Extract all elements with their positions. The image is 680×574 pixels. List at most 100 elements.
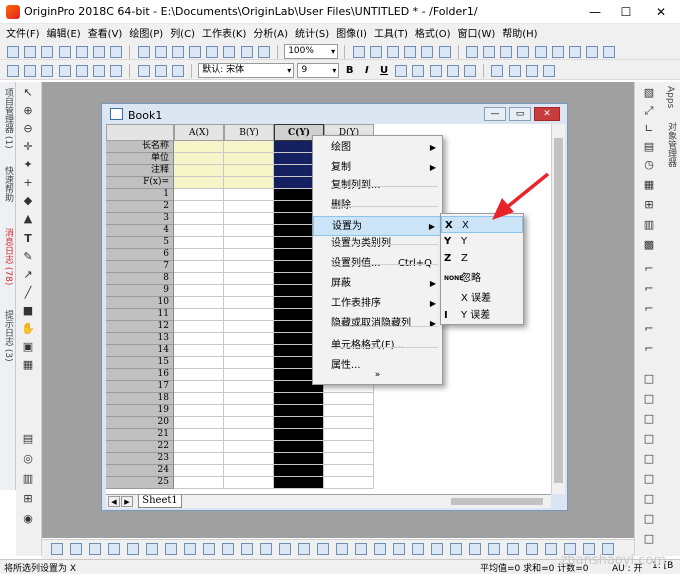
new-matrix-icon[interactable] [58, 45, 71, 58]
plot-type-icon[interactable] [241, 543, 253, 555]
region-tool-icon[interactable]: ▣ [20, 340, 36, 354]
label-cell[interactable] [174, 165, 224, 177]
row-header[interactable]: 18 [106, 393, 174, 405]
minimize-button[interactable]: — [578, 2, 612, 22]
context-item-8[interactable]: 工作表排序 ▶ [313, 294, 442, 314]
arrow-tool-icon[interactable]: ↗ [20, 268, 36, 282]
data-connector-icon[interactable] [483, 45, 496, 58]
mask-icon[interactable]: ▲ [20, 212, 36, 226]
label-row-header[interactable]: 长名称 [106, 141, 174, 153]
data-cell[interactable] [274, 393, 324, 405]
open-template-icon[interactable] [154, 45, 167, 58]
data-cell[interactable] [174, 333, 224, 345]
object-manager-icon[interactable] [421, 45, 434, 58]
menu-1[interactable]: 编辑(E) [47, 25, 81, 40]
data-cell[interactable] [224, 393, 274, 405]
data-cell[interactable] [224, 189, 274, 201]
data-cell[interactable] [224, 417, 274, 429]
label-cell[interactable] [224, 141, 274, 153]
data-cell[interactable] [224, 261, 274, 273]
label-row-header[interactable]: F(x)= [106, 177, 174, 189]
context-item-7[interactable]: 屏蔽 ▶ [313, 274, 442, 294]
object-panel-4-icon[interactable]: □ [641, 432, 657, 446]
underline-button[interactable]: U [377, 65, 391, 76]
align-top-icon[interactable]: ⌐ [641, 342, 657, 356]
context-item-9[interactable]: 隐藏或取消隐藏列 ▶ [313, 314, 442, 334]
set-as-item-3[interactable]: NONE 忽略 [441, 270, 523, 287]
data-cell[interactable] [224, 285, 274, 297]
plot-type-icon[interactable] [298, 543, 310, 555]
data-cell[interactable] [324, 477, 374, 489]
worksheet-tool-icon[interactable] [534, 45, 547, 58]
orbit-icon[interactable]: ◎ [20, 452, 36, 466]
new-graph-icon[interactable] [41, 45, 54, 58]
object-panel-1-icon[interactable]: □ [641, 372, 657, 386]
data-cell[interactable] [174, 405, 224, 417]
data-cell[interactable] [224, 369, 274, 381]
row-header[interactable]: 8 [106, 273, 174, 285]
data-cell[interactable] [174, 297, 224, 309]
row-header[interactable]: 12 [106, 321, 174, 333]
row-header[interactable]: 1 [106, 189, 174, 201]
data-cell[interactable] [274, 453, 324, 465]
data-cell[interactable] [274, 441, 324, 453]
label-row-header[interactable]: 注释 [106, 165, 174, 177]
add-app-icon[interactable] [465, 45, 478, 58]
plot-type-icon[interactable] [184, 543, 196, 555]
object-panel-5-icon[interactable]: □ [641, 452, 657, 466]
data-cell[interactable] [224, 333, 274, 345]
data-cell[interactable] [174, 417, 224, 429]
axis-icon[interactable]: ∟ [641, 122, 657, 136]
row-header[interactable]: 13 [106, 333, 174, 345]
object-panel-2-icon[interactable]: □ [641, 392, 657, 406]
message-log-icon[interactable] [438, 45, 451, 58]
plot-type-icon[interactable] [203, 543, 215, 555]
greek-icon[interactable] [429, 64, 442, 77]
plot-type-icon[interactable] [431, 543, 443, 555]
menu-5[interactable]: 工作表(K) [202, 25, 246, 40]
data-cell[interactable] [224, 453, 274, 465]
plot-type-icon[interactable] [336, 543, 348, 555]
row-header[interactable]: 5 [106, 237, 174, 249]
timestamp-icon[interactable]: ◷ [641, 158, 657, 172]
data-cell[interactable] [274, 429, 324, 441]
text-tool-icon[interactable]: T [20, 232, 36, 246]
new-workbook-icon[interactable] [24, 45, 37, 58]
row-header[interactable]: 23 [106, 453, 174, 465]
group-icon[interactable]: ⊞ [641, 198, 657, 212]
row-header[interactable]: 22 [106, 441, 174, 453]
object-panel-6-icon[interactable]: □ [641, 472, 657, 486]
horizontal-scroll-thumb[interactable] [451, 498, 543, 505]
layer-manage-icon[interactable]: ▦ [641, 178, 657, 192]
data-reader-icon[interactable]: ✦ [20, 158, 36, 172]
align-left-icon[interactable]: ⌐ [641, 302, 657, 316]
data-cell[interactable] [224, 225, 274, 237]
zoom-select[interactable]: 100% [284, 44, 339, 59]
data-cell[interactable] [174, 213, 224, 225]
data-cell[interactable] [174, 285, 224, 297]
column-header-0[interactable]: A(X) [174, 124, 224, 141]
project-explorer-tab[interactable]: 项目管理器 (1) [2, 88, 15, 149]
statistics-icon[interactable] [58, 64, 71, 77]
row-header[interactable]: 20 [106, 417, 174, 429]
data-cell[interactable] [224, 405, 274, 417]
menu-7[interactable]: 统计(S) [295, 25, 329, 40]
plot-type-icon[interactable] [222, 543, 234, 555]
label-row-header[interactable]: 单位 [106, 153, 174, 165]
save-icon[interactable] [189, 45, 202, 58]
row-header[interactable]: 24 [106, 465, 174, 477]
command-window-icon[interactable] [386, 45, 399, 58]
data-cell[interactable] [224, 429, 274, 441]
data-cell[interactable] [224, 297, 274, 309]
color-bar-icon[interactable]: ▤ [20, 432, 36, 446]
data-cell[interactable] [224, 477, 274, 489]
object-panel-7-icon[interactable]: □ [641, 492, 657, 506]
results-log-icon[interactable] [369, 45, 382, 58]
menu-9[interactable]: 工具(T) [374, 25, 408, 40]
set-as-item-4[interactable]: X 误差 [441, 290, 523, 307]
font-select[interactable]: 默认: 宋体 [198, 63, 295, 78]
data-cell[interactable] [174, 381, 224, 393]
data-cell[interactable] [174, 441, 224, 453]
font-size-select[interactable]: 9 [297, 63, 340, 78]
plot-type-icon[interactable] [526, 543, 538, 555]
